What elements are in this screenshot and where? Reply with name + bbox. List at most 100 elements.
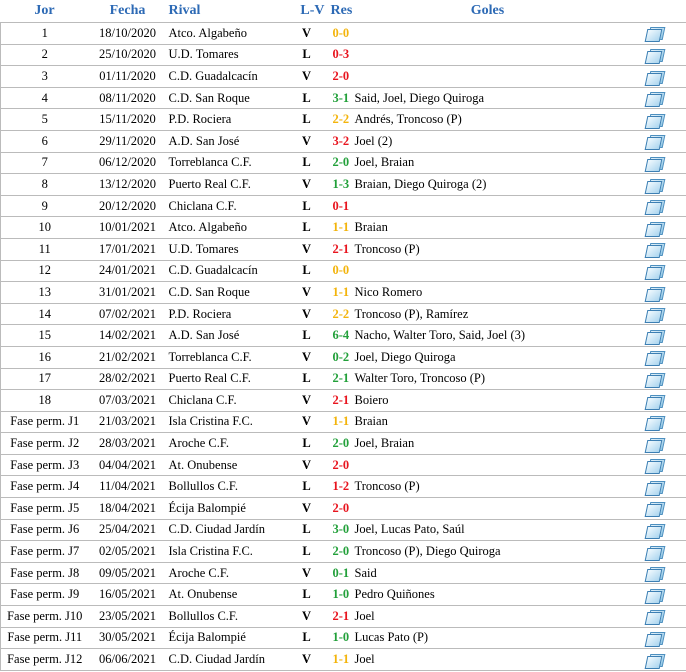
icon-cell[interactable]: [622, 497, 686, 520]
home-away-cell: L: [286, 583, 327, 607]
match-report-icon[interactable]: [644, 221, 666, 237]
match-report-icon[interactable]: [644, 502, 666, 518]
match-report-icon[interactable]: [644, 308, 666, 324]
date-cell: 11/04/2021: [88, 475, 167, 499]
icon-cell[interactable]: [622, 605, 686, 628]
icon-cell[interactable]: [622, 194, 686, 218]
home-away-cell: V: [286, 65, 327, 88]
rival-cell: Isla Cristina F.C.: [166, 540, 287, 563]
match-report-icon[interactable]: [644, 243, 666, 259]
match-report-icon[interactable]: [644, 49, 666, 65]
jor-cell: Fase perm. J11: [0, 626, 89, 650]
icon-cell[interactable]: [622, 43, 686, 67]
match-report-icon[interactable]: [644, 416, 666, 432]
icon-cell[interactable]: [622, 540, 686, 563]
table-row: 7 06/12/2020 Torreblanca C.F. L 2-0 Joel, Bra…: [0, 151, 686, 175]
result-cell: 2-0: [326, 151, 353, 175]
jor-cell: 3: [0, 65, 89, 88]
scorers-cell: Braian, Diego Quiroga (2): [352, 173, 623, 196]
jor-cell: Fase perm. J10: [0, 605, 89, 628]
icon-cell[interactable]: [622, 432, 686, 455]
rival-cell: Aroche C.F.: [166, 561, 287, 585]
match-report-icon[interactable]: [644, 372, 666, 388]
icon-cell[interactable]: [622, 475, 686, 499]
match-report-icon[interactable]: [644, 653, 666, 669]
result-cell: 1-3: [326, 173, 353, 196]
date-cell: 30/05/2021: [88, 626, 167, 650]
icon-cell[interactable]: [622, 129, 686, 153]
match-report-icon[interactable]: [644, 286, 666, 302]
match-report-icon[interactable]: [644, 70, 666, 86]
match-report-icon[interactable]: [644, 480, 666, 496]
icon-cell[interactable]: [622, 518, 686, 542]
icon-cell[interactable]: [622, 410, 686, 434]
icon-cell[interactable]: [622, 302, 686, 326]
jor-cell: 1: [0, 22, 89, 45]
jor-cell: 9: [0, 194, 89, 218]
icon-cell[interactable]: [622, 259, 686, 283]
icon-cell[interactable]: [622, 345, 686, 369]
match-report-icon[interactable]: [644, 459, 666, 475]
match-report-icon[interactable]: [644, 588, 666, 604]
result-cell: 0-2: [326, 345, 353, 369]
scorers-cell: Said: [352, 561, 623, 585]
date-cell: 29/11/2020: [88, 129, 167, 153]
rival-cell: At. Onubense: [166, 583, 287, 607]
home-away-cell: V: [286, 345, 327, 369]
icon-cell[interactable]: [622, 648, 686, 671]
table-row: 2 25/10/2020 U.D. Tomares L 0-3: [0, 43, 686, 67]
icon-cell[interactable]: [622, 65, 686, 88]
table-row: 4 08/11/2020 C.D. San Roque L 3-1 Said, Joel,…: [0, 86, 686, 110]
match-report-icon[interactable]: [644, 27, 666, 43]
table-row: Fase perm. J2 28/03/2021 Aroche C.F. L 2-0 Jo…: [0, 432, 686, 455]
icon-cell[interactable]: [622, 453, 686, 477]
match-report-icon[interactable]: [644, 156, 666, 172]
match-report-icon[interactable]: [644, 329, 666, 345]
home-away-cell: V: [286, 410, 327, 434]
match-report-icon[interactable]: [644, 113, 666, 129]
header-row: Jor Fecha Rival L-V Res Goles: [1, 0, 686, 23]
icon-cell[interactable]: [622, 561, 686, 585]
match-report-icon[interactable]: [644, 567, 666, 583]
icon-cell[interactable]: [622, 22, 686, 45]
match-report-icon[interactable]: [644, 264, 666, 280]
icon-cell[interactable]: [622, 86, 686, 110]
date-cell: 23/05/2021: [88, 605, 167, 628]
icon-cell[interactable]: [622, 151, 686, 175]
header-goles: Goles: [470, 3, 505, 18]
match-report-icon[interactable]: [644, 351, 666, 367]
table-row: Fase perm. J3 04/04/2021 At. Onubense V 2-0: [0, 453, 686, 477]
match-report-icon[interactable]: [644, 135, 666, 151]
icon-cell[interactable]: [622, 626, 686, 650]
date-cell: 15/11/2020: [88, 108, 167, 131]
match-report-icon[interactable]: [644, 524, 666, 540]
match-report-icon[interactable]: [644, 92, 666, 108]
rival-cell: Chiclana C.F.: [166, 389, 287, 412]
icon-cell[interactable]: [622, 324, 686, 347]
match-report-icon[interactable]: [644, 394, 666, 410]
jor-cell: 10: [0, 216, 89, 239]
match-report-icon[interactable]: [644, 610, 666, 626]
icon-cell[interactable]: [622, 367, 686, 391]
icon-cell[interactable]: [622, 389, 686, 412]
icon-cell[interactable]: [622, 583, 686, 607]
match-report-icon[interactable]: [644, 545, 666, 561]
match-report-icon[interactable]: [644, 437, 666, 453]
match-report-icon[interactable]: [644, 632, 666, 648]
result-cell: 2-2: [326, 302, 353, 326]
scorers-cell: [352, 43, 623, 67]
result-cell: 0-0: [326, 22, 353, 45]
scorers-cell: [352, 453, 623, 477]
match-report-icon[interactable]: [644, 200, 666, 216]
icon-cell[interactable]: [622, 108, 686, 131]
icon-cell[interactable]: [622, 216, 686, 239]
home-away-cell: V: [286, 561, 327, 585]
table-row: 11 17/01/2021 U.D. Tomares V 2-1 Troncoso (P): [0, 237, 686, 261]
table-row: 8 13/12/2020 Puerto Real C.F. V 1-3 Braian, D…: [0, 173, 686, 196]
match-report-icon[interactable]: [644, 178, 666, 194]
rival-cell: Chiclana C.F.: [166, 194, 287, 218]
table-row: Fase perm. J11 30/05/2021 Écija Balompié L 1…: [0, 626, 686, 650]
icon-cell[interactable]: [622, 173, 686, 196]
icon-cell[interactable]: [622, 281, 686, 304]
icon-cell[interactable]: [622, 237, 686, 261]
